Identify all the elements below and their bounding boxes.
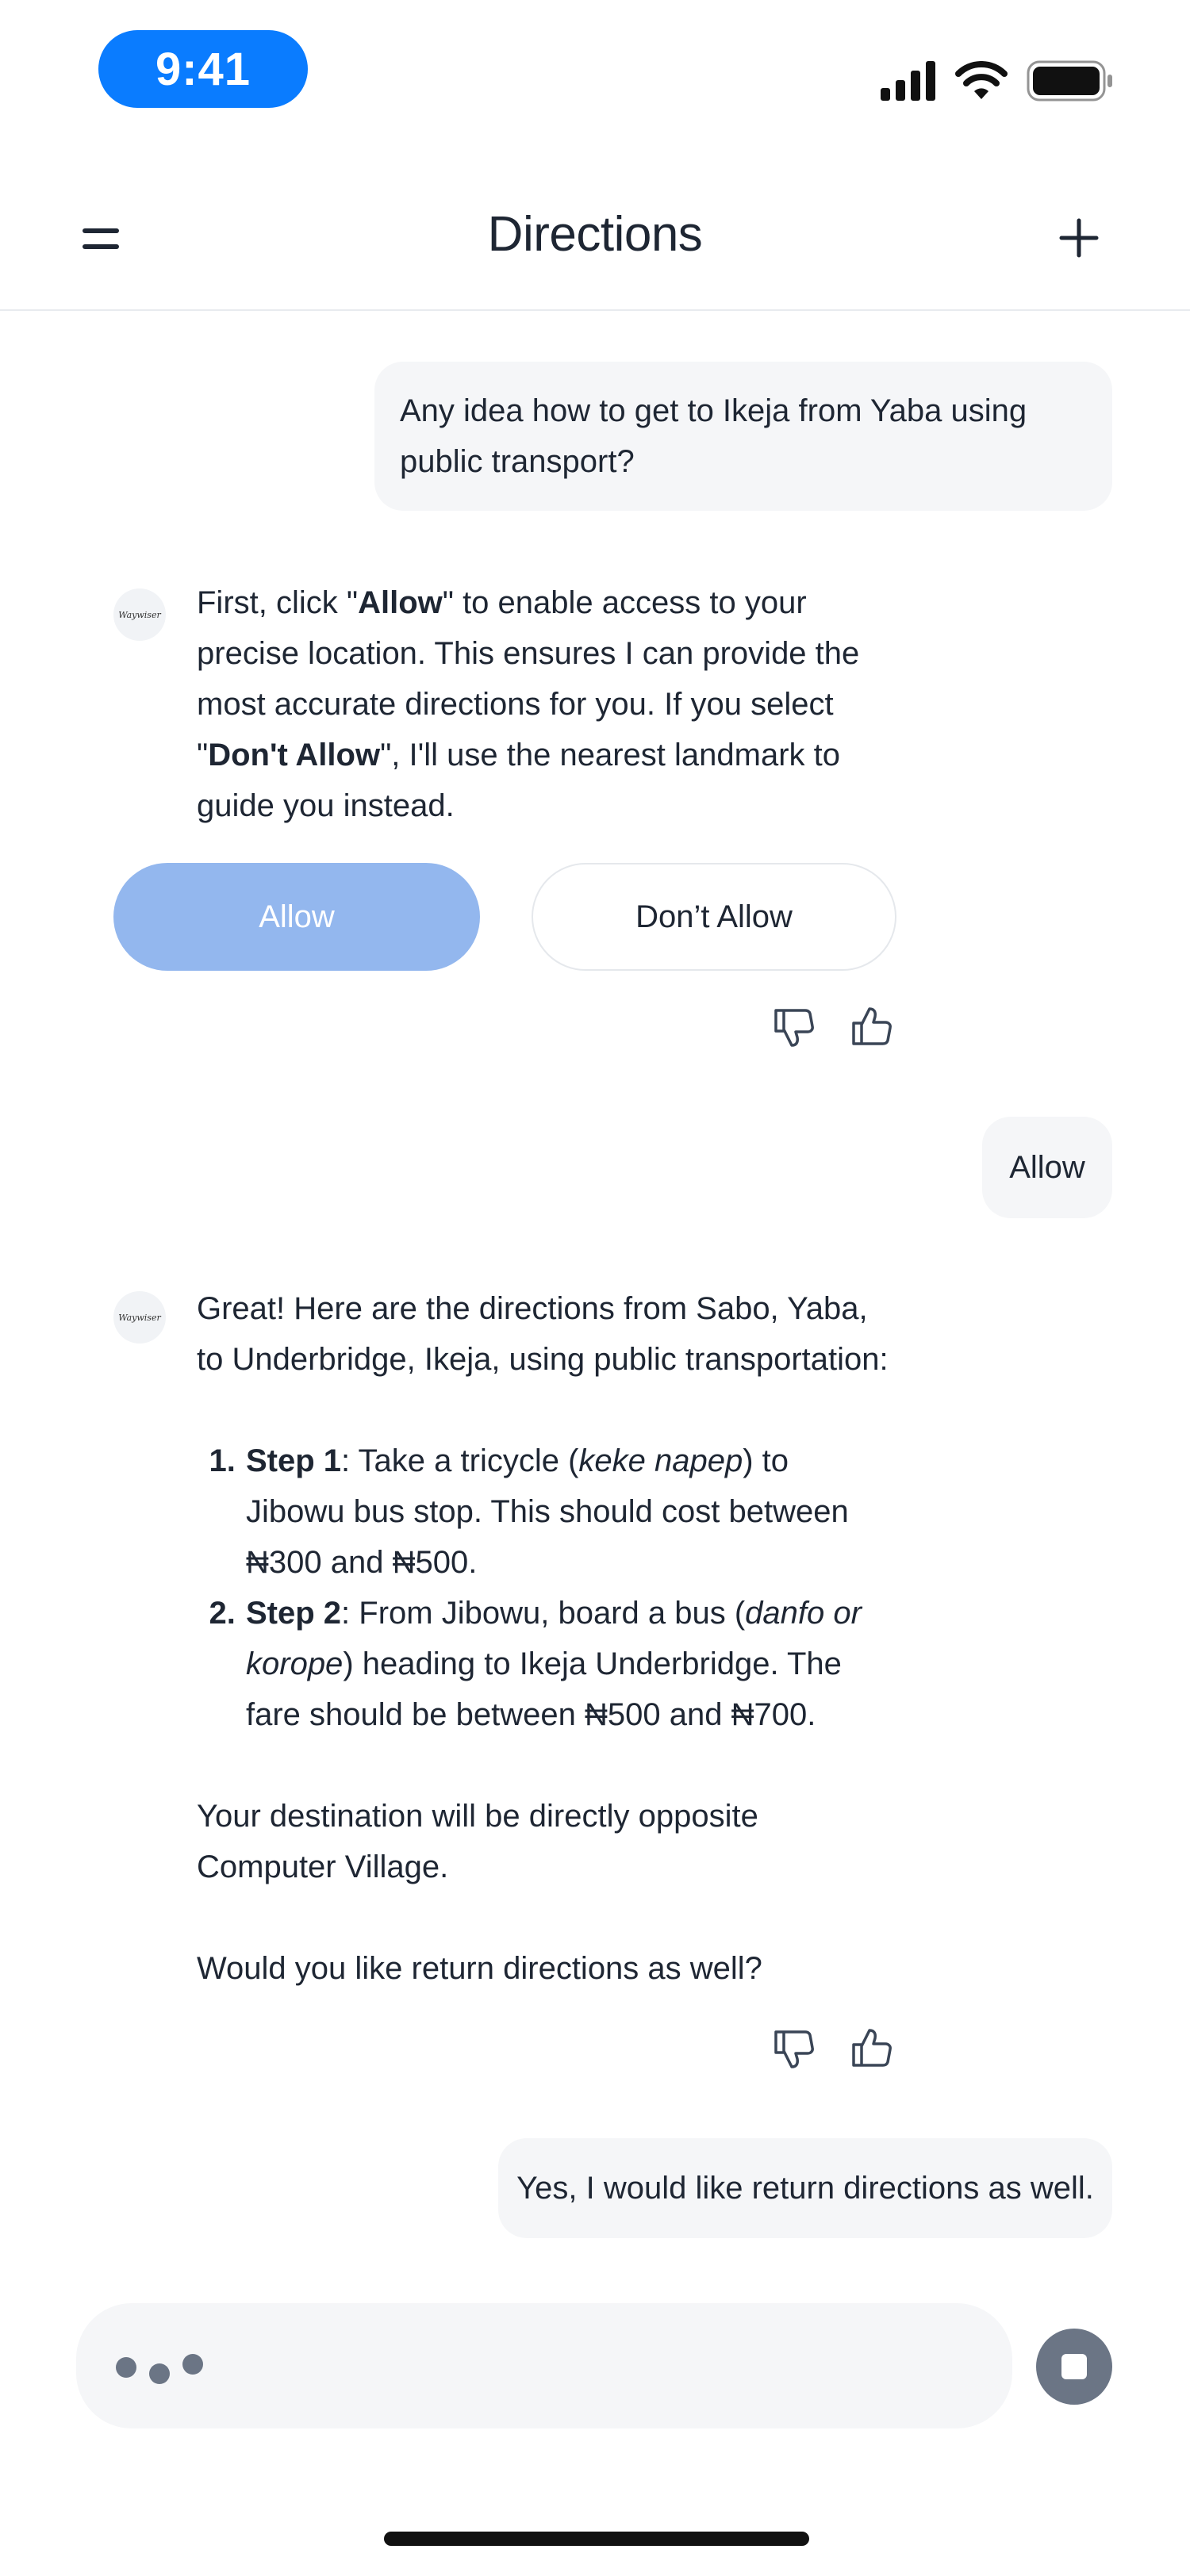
list-item: Step 2: From Jibowu, board a bus (danfo … bbox=[244, 1588, 895, 1740]
user-message: Allow bbox=[982, 1117, 1112, 1218]
wifi-icon bbox=[955, 61, 1008, 99]
bot-message: First, click "Allow" to enable access to… bbox=[197, 585, 860, 823]
message-input[interactable] bbox=[76, 2303, 1012, 2428]
signal-icon bbox=[881, 61, 935, 101]
plus-icon[interactable] bbox=[1055, 214, 1103, 262]
page-title: Directions bbox=[487, 207, 703, 262]
bot-avatar: Waywiser bbox=[113, 1291, 166, 1344]
user-message-text: Yes, I would like return directions as w… bbox=[516, 2171, 1094, 2206]
bold-allow: Allow bbox=[358, 585, 443, 620]
bot-avatar: Waywiser bbox=[113, 588, 166, 641]
thumbs-down-icon[interactable] bbox=[773, 2027, 816, 2070]
directions-steps: Step 1: Take a tricycle (keke napep) to … bbox=[197, 1436, 895, 1740]
dont-allow-button[interactable]: Don’t Allow bbox=[532, 863, 896, 971]
typing-indicator-icon bbox=[116, 2352, 203, 2384]
bold-dont-allow: Don't Allow bbox=[208, 738, 381, 772]
status-bar: 9:41 bbox=[0, 0, 1190, 143]
home-indicator bbox=[384, 2532, 809, 2546]
app-header: Directions bbox=[0, 167, 1190, 311]
battery-icon bbox=[1027, 60, 1112, 102]
feedback-row bbox=[773, 1006, 893, 1048]
bot-message: Great! Here are the directions from Sabo… bbox=[197, 1283, 895, 1994]
thumbs-down-icon[interactable] bbox=[773, 1006, 816, 1048]
destination-text: Your destination will be directly opposi… bbox=[197, 1799, 758, 1884]
user-message-text: Allow bbox=[1009, 1150, 1085, 1185]
status-time: 9:41 bbox=[98, 30, 308, 108]
user-message: Any idea how to get to Ikeja from Yaba u… bbox=[374, 362, 1112, 511]
thumbs-up-icon[interactable] bbox=[850, 1006, 893, 1048]
stop-icon[interactable] bbox=[1036, 2329, 1112, 2405]
feedback-row bbox=[773, 2027, 893, 2070]
return-question: Would you like return directions as well… bbox=[197, 1951, 762, 1986]
user-message-text: Any idea how to get to Ikeja from Yaba u… bbox=[400, 393, 1027, 479]
list-item: Step 1: Take a tricycle (keke napep) to … bbox=[244, 1436, 895, 1588]
allow-button[interactable]: Allow bbox=[113, 863, 480, 971]
user-message: Yes, I would like return directions as w… bbox=[498, 2138, 1112, 2238]
directions-intro: Great! Here are the directions from Sabo… bbox=[197, 1291, 889, 1377]
thumbs-up-icon[interactable] bbox=[850, 2027, 893, 2070]
status-icons bbox=[881, 57, 1114, 105]
